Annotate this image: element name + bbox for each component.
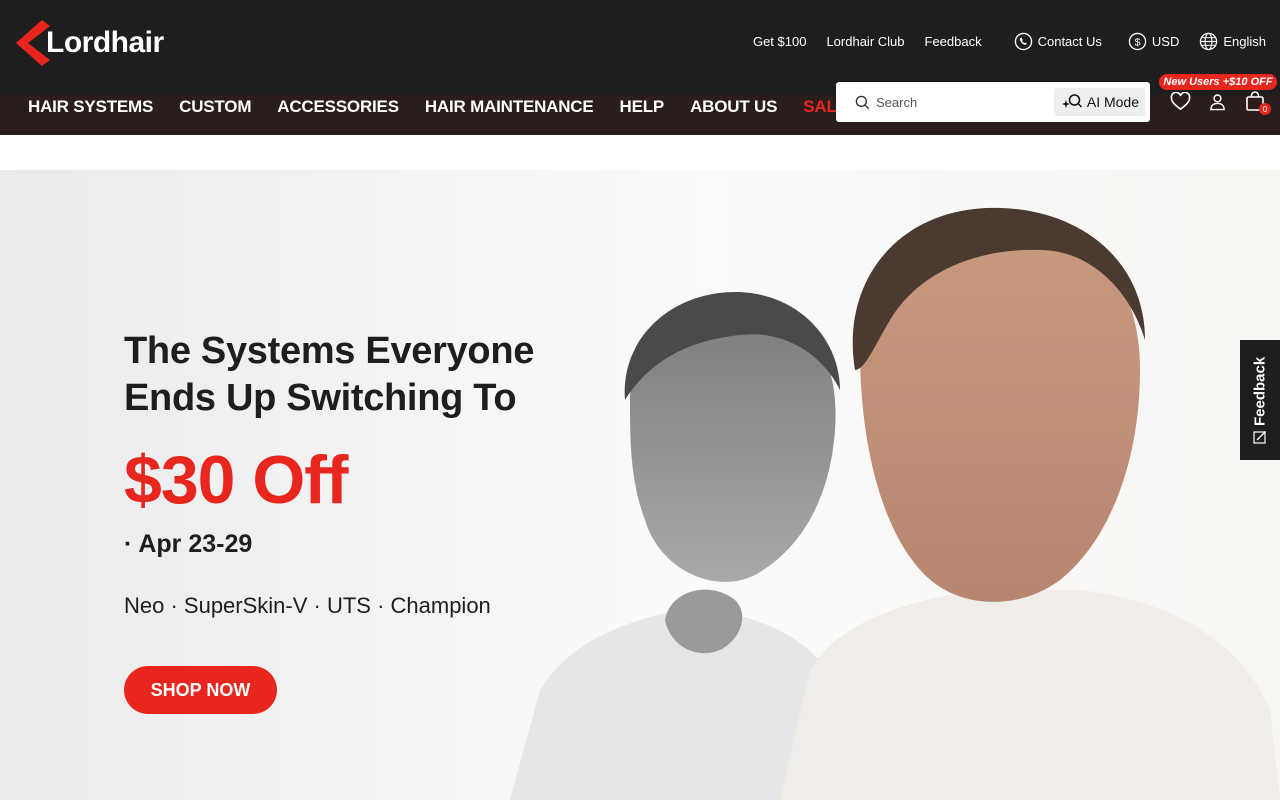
edit-icon (1253, 431, 1266, 444)
user-icon (1210, 94, 1225, 111)
get-100-label: Get $100 (752, 33, 807, 49)
logo-mark-icon (16, 20, 50, 66)
lordhair-club-link[interactable]: Lordhair Club (826, 34, 904, 49)
cart-count-badge: 0 (1259, 103, 1271, 115)
wishlist-button[interactable] (1170, 91, 1191, 116)
feedback-side-tab[interactable]: Feedback (1240, 340, 1280, 460)
lordhair-club-label: Lordhair Club (826, 33, 905, 49)
language-selector[interactable]: English (1199, 32, 1266, 51)
feedback-label: Feedback (924, 33, 982, 49)
main-navigation: HAIR SYSTEMS CUSTOM ACCESSORIES HAIR MAI… (28, 96, 874, 118)
currency-label: USD (1151, 33, 1180, 49)
search-input[interactable] (876, 92, 1046, 112)
heart-icon (1170, 91, 1191, 111)
get-100-link[interactable]: Get $100 (753, 34, 807, 49)
currency-selector[interactable]: $ USD (1128, 32, 1179, 51)
site-header: Lordhair Get $100 Lordhair Club Feedback… (0, 0, 1280, 135)
new-users-promo-badge: New Users +$10 OFF (1159, 74, 1277, 90)
nav-about-us[interactable]: ABOUT US (690, 97, 777, 117)
contact-us-label: Contact Us (1037, 33, 1102, 49)
shop-now-button[interactable]: SHOP NOW (124, 666, 277, 714)
account-button[interactable] (1209, 93, 1226, 116)
feedback-tab-label: Feedback (1251, 356, 1269, 426)
hero-dates: · Apr 23-29 (124, 530, 253, 558)
logo-text: Lordhair (46, 26, 164, 59)
nav-hair-maintenance[interactable]: HAIR MAINTENANCE (425, 97, 594, 117)
hero-products: Neo · SuperSkin-V · UTS · Champion (124, 593, 491, 618)
nav-hair-systems[interactable]: HAIR SYSTEMS (28, 97, 153, 117)
hero-discount: $30 Off (124, 442, 349, 518)
hero-banner: The Systems Everyone Ends Up Switching T… (0, 170, 1280, 800)
logo[interactable]: Lordhair (16, 20, 164, 66)
dollar-icon: $ (1128, 32, 1147, 50)
feedback-link[interactable]: Feedback (925, 34, 982, 49)
search-icon (855, 95, 870, 110)
phone-icon (1014, 32, 1032, 50)
ai-sparkle-search-icon (1061, 94, 1082, 108)
top-utility-bar: Get $100 Lordhair Club Feedback Contact … (753, 30, 1266, 52)
globe-icon (1200, 32, 1218, 50)
language-label: English (1223, 33, 1266, 49)
hero-men-portrait-image (510, 207, 1280, 800)
svg-text:$: $ (1135, 37, 1141, 48)
contact-us-link[interactable]: Contact Us (1014, 32, 1102, 51)
nav-custom[interactable]: CUSTOM (179, 97, 251, 117)
ai-mode-button[interactable]: AI Mode (1053, 88, 1145, 116)
ai-mode-label: AI Mode (1086, 94, 1139, 110)
nav-accessories[interactable]: ACCESSORIES (277, 97, 399, 117)
search-box: AI Mode (836, 82, 1150, 122)
nav-help[interactable]: HELP (620, 97, 665, 117)
hero-title: The Systems Everyone Ends Up Switching T… (124, 330, 535, 419)
